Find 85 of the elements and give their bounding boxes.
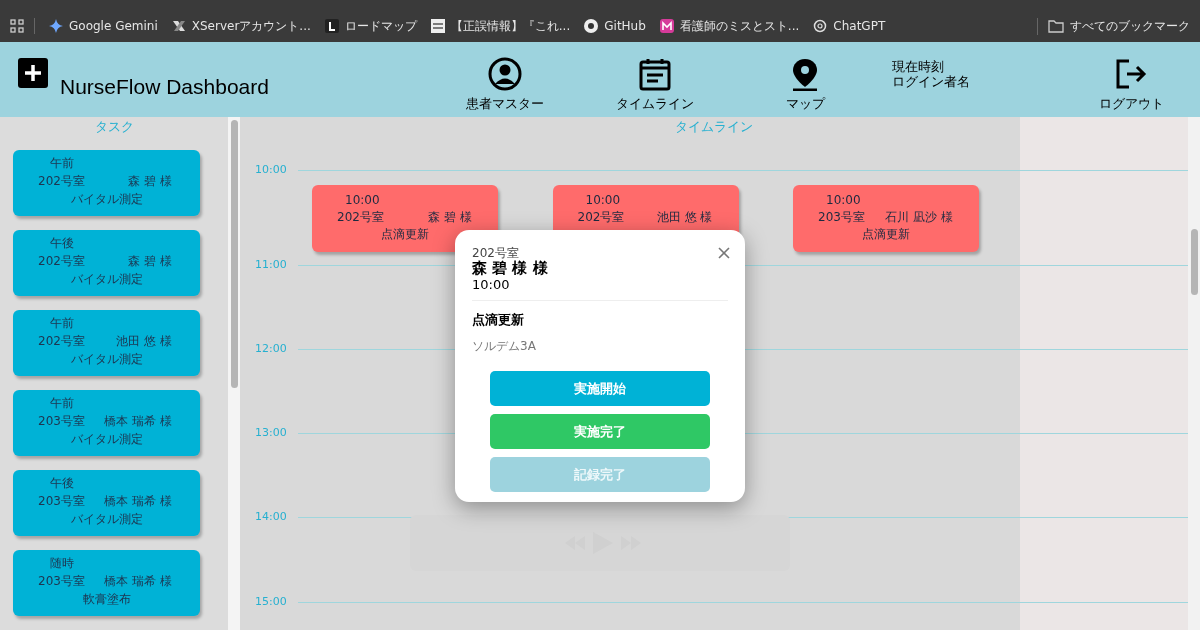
task-card[interactable]: 午前 202号室 池田 悠 様 バイタル測定 (13, 310, 200, 376)
m-logo-icon (659, 19, 674, 33)
task-period: 午前 (49, 315, 75, 332)
star-icon (49, 19, 63, 33)
nav-button[interactable]: 患者マスター (460, 56, 550, 113)
app-title: NurseFlow Dashboard (60, 74, 269, 99)
document-icon (430, 19, 445, 33)
task-name: バイタル測定 (69, 511, 144, 528)
logout-button[interactable]: ログアウト (1086, 56, 1176, 113)
nav-button[interactable]: タイムライン (610, 56, 700, 113)
patient-name: 池田 悠 様 (116, 333, 172, 350)
task-card[interactable]: 随時 203号室 橋本 瑞希 様 軟膏塗布 (13, 550, 200, 616)
panel-title: タイムライン (674, 118, 754, 134)
task-card[interactable]: 午前 202号室 森 碧 様 バイタル測定 (13, 150, 200, 216)
bookmark[interactable]: GitHub (584, 19, 646, 33)
task-name: 点滴更新 (861, 226, 911, 243)
room-number: 203号室 (38, 573, 85, 590)
action-button: 記録完了 (490, 457, 710, 492)
hour-label: 10:00 (254, 163, 288, 176)
patient-name: 橋本 瑞希 様 (104, 493, 172, 510)
event-time: 10:00 (344, 192, 381, 209)
hour-label: 12:00 (254, 342, 288, 355)
bookmark[interactable]: XServerアカウント... (171, 17, 311, 35)
scrollbar-thumb[interactable] (1190, 229, 1198, 295)
room-number: 203号室 (38, 493, 85, 510)
panel-title: タスク (94, 118, 134, 136)
room-number: 203号室 (818, 209, 865, 226)
task-period: 午後 (49, 475, 75, 492)
room-number: 202号室 (577, 209, 625, 226)
scrollbar-thumb[interactable] (230, 120, 238, 388)
task-period: 随時 (49, 555, 75, 572)
event-card[interactable]: 10:00 203号室 石川 凪沙 様 点滴更新 (793, 185, 979, 252)
patient-name: 森 碧 様 (428, 209, 472, 226)
task-period: 午前 (49, 155, 75, 172)
patient-name: 森 碧 様 (128, 253, 172, 270)
l-logo-icon (324, 19, 339, 33)
task-name: バイタル測定 (69, 271, 144, 288)
nav-button[interactable]: マップ (760, 56, 850, 113)
room-number: 202号室 (38, 333, 85, 350)
patient-name: 池田 悠 様 (656, 209, 713, 226)
event-time: 10:00 (825, 192, 862, 209)
plus-logo-icon (18, 57, 48, 88)
task-period: 午前 (49, 395, 75, 412)
task-note: ソルデム3A (472, 338, 536, 355)
task-card[interactable]: 午前 203号室 橋本 瑞希 様 バイタル測定 (13, 390, 200, 456)
hour-label: 14:00 (254, 510, 288, 523)
bookmark[interactable]: 看護師のミスとスト... (659, 17, 800, 35)
patient-name: 石川 凪沙 様 (885, 209, 953, 226)
patient-name: 森 碧 様 様 (472, 260, 548, 277)
patient-name: 橋本 瑞希 様 (104, 413, 172, 430)
bookmark[interactable]: ロードマップ (324, 17, 417, 35)
patient-name: 橋本 瑞希 様 (104, 573, 172, 590)
room-number: 202号室 (337, 209, 384, 226)
hour-label: 15:00 (254, 595, 288, 608)
task-card[interactable]: 午後 203号室 橋本 瑞希 様 バイタル測定 (13, 470, 200, 536)
task-time: 10:00 (472, 277, 510, 292)
x-logo-icon (171, 19, 186, 33)
task-name: 点滴更新 (380, 226, 430, 243)
person-icon (488, 56, 522, 91)
room-number: 202号室 (38, 173, 85, 190)
task-name: バイタル測定 (69, 351, 144, 368)
header-info-text: ログイン者名 (892, 73, 970, 89)
close-icon (718, 247, 730, 259)
bookmark-folder[interactable]: すべてのブックマーク (1037, 17, 1190, 35)
scrollbar[interactable] (228, 117, 240, 630)
calendar-icon (638, 56, 672, 91)
header-info-text: 現在時刻 (892, 58, 944, 74)
scrollbar[interactable] (1188, 117, 1200, 630)
task-card[interactable]: 午後 202号室 森 碧 様 バイタル測定 (13, 230, 200, 296)
bookmark[interactable]: 【正誤情報】『これ... (430, 17, 571, 35)
hour-label: 13:00 (254, 426, 288, 439)
task-name: 点滴更新 (472, 311, 524, 329)
task-name: 軟膏塗布 (81, 591, 132, 608)
task-period: 午後 (49, 235, 75, 252)
room-number: 202号室 (38, 253, 85, 270)
task-name: バイタル測定 (69, 431, 144, 448)
folder-icon (1048, 19, 1064, 33)
room-number: 203号室 (38, 413, 85, 430)
patient-name: 森 碧 様 (128, 173, 172, 190)
bookmark[interactable]: ChatGPT (813, 19, 886, 33)
apps-icon (10, 19, 24, 33)
event-time: 10:00 (584, 192, 622, 209)
task-name: バイタル測定 (69, 191, 144, 208)
hour-label: 11:00 (254, 258, 288, 271)
bookmark[interactable]: Google Gemini (49, 19, 158, 33)
